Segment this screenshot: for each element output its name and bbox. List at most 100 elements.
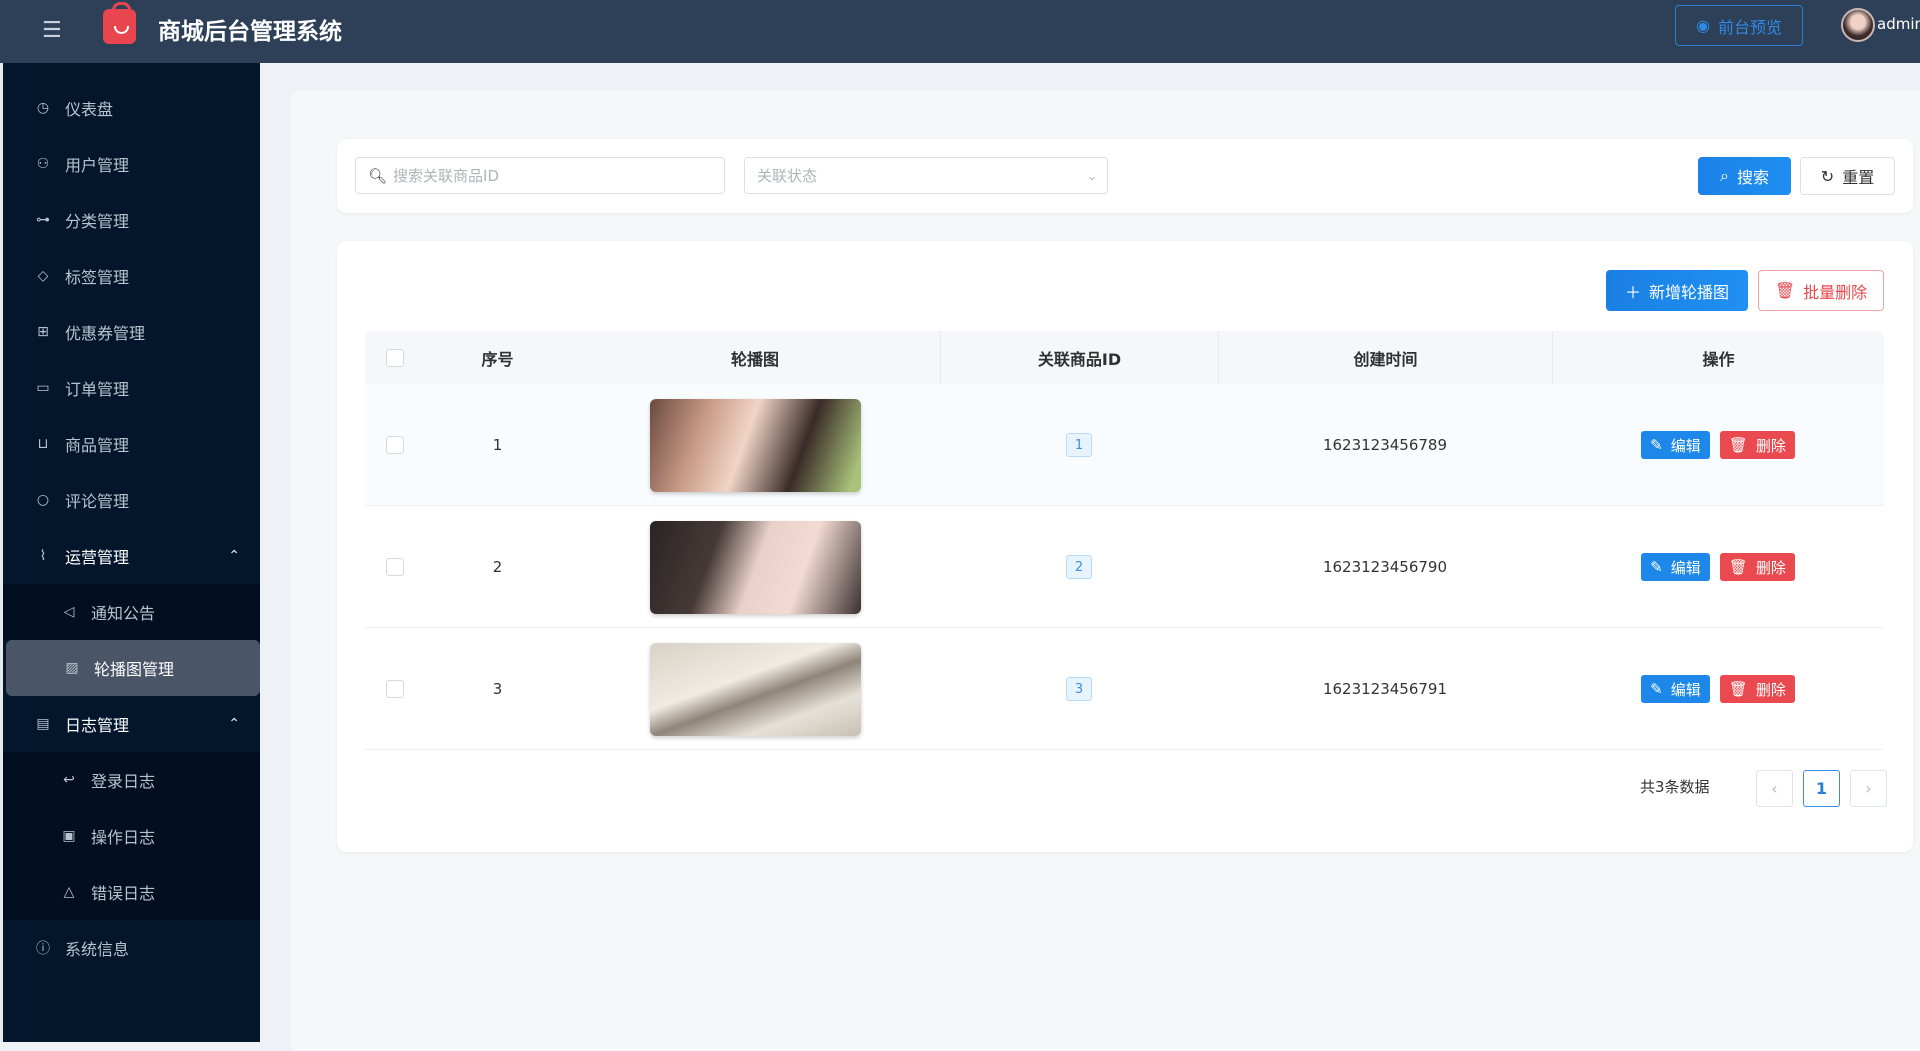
document-icon: ▤ bbox=[36, 716, 50, 732]
cart-icon: ⊔ bbox=[37, 436, 49, 452]
sidebar-item-label: 评论管理 bbox=[65, 492, 130, 511]
product-id-cell: 1 bbox=[940, 384, 1218, 506]
sidebar-item[interactable]: ▭ 订单管理 bbox=[3, 360, 260, 416]
reset-button[interactable]: ↻ 重置 bbox=[1800, 157, 1895, 195]
pencil-icon: ✎ bbox=[1650, 680, 1663, 698]
sidebar: ◷ 仪表盘 ⚇ 用户管理 ⊶ 分类管理 ◇ 标签管理 ⊞ 优惠券管理 ▭ 订单管理 ⊔ 商品管理 ○ 评论管理… bbox=[0, 63, 260, 1042]
warning-icon: △ bbox=[63, 884, 75, 900]
column-header-created: 创建时间 bbox=[1218, 331, 1552, 384]
product-id-tag: 2 bbox=[1066, 555, 1092, 579]
sidebar-item[interactable]: ⊞ 优惠券管理 bbox=[3, 304, 260, 360]
add-label: 新增轮播图 bbox=[1649, 282, 1730, 302]
product-id-cell: 2 bbox=[940, 506, 1218, 628]
batch-delete-label: 批量删除 bbox=[1803, 282, 1868, 302]
sidebar-item[interactable]: ▣ 操作日志 bbox=[3, 808, 260, 864]
user-avatar[interactable] bbox=[1841, 8, 1875, 42]
search-label: 搜索 bbox=[1736, 168, 1769, 187]
username[interactable]: admin bbox=[1877, 15, 1920, 33]
delete-button[interactable]: 🗑︎ 删除 bbox=[1719, 431, 1795, 459]
row-index: 2 bbox=[492, 558, 503, 576]
category-icon: ⊶ bbox=[36, 212, 50, 228]
created-time: 1623123456789 bbox=[1322, 436, 1448, 454]
search-placeholder: 搜索关联商品ID bbox=[393, 167, 500, 185]
banner-image[interactable] bbox=[649, 398, 861, 492]
sidebar-item[interactable]: △ 错误日志 bbox=[3, 864, 260, 920]
trash-icon: 🗑︎ bbox=[1728, 680, 1748, 698]
column-header-product-id: 关联商品ID bbox=[940, 331, 1218, 384]
banner-image-cell bbox=[570, 506, 940, 628]
search-icon: ⌕ bbox=[1720, 166, 1729, 185]
total-count: 共3条数据 bbox=[1640, 778, 1710, 796]
edit-label: 编辑 bbox=[1670, 558, 1701, 577]
prev-page-button[interactable]: ‹ bbox=[1756, 770, 1793, 807]
pencil-icon: ✎ bbox=[1650, 558, 1663, 576]
row-checkbox[interactable] bbox=[386, 436, 404, 454]
add-banner-button[interactable]: ＋ 新增轮播图 bbox=[1606, 270, 1748, 311]
sidebar-item[interactable]: ◇ 标签管理 bbox=[3, 248, 260, 304]
search-icon: 🔍︎ bbox=[368, 166, 388, 185]
sidebar-item-label: 分类管理 bbox=[65, 212, 130, 231]
delete-button[interactable]: 🗑︎ 删除 bbox=[1719, 675, 1795, 703]
sidebar-item[interactable]: ⊔ 商品管理 bbox=[3, 416, 260, 472]
sidebar-item[interactable]: ▤ 日志管理 ⌃ bbox=[3, 696, 260, 752]
select-all-cell bbox=[365, 331, 425, 384]
edit-button[interactable]: ✎ 编辑 bbox=[1641, 553, 1710, 581]
edit-button[interactable]: ✎ 编辑 bbox=[1641, 431, 1710, 459]
sidebar-item[interactable]: ◁ 通知公告 bbox=[3, 584, 260, 640]
operation-icon: ▣ bbox=[62, 828, 76, 844]
sidebar-item-label: 优惠券管理 bbox=[65, 324, 146, 343]
batch-delete-button[interactable]: 🗑︎ 批量删除 bbox=[1758, 270, 1884, 311]
sidebar-item[interactable]: ⓘ 系统信息 bbox=[3, 920, 260, 976]
sidebar-item-label: 订单管理 bbox=[65, 380, 130, 399]
sidebar-item-label: 仪表盘 bbox=[65, 100, 114, 119]
column-header-actions: 操作 bbox=[1552, 331, 1884, 384]
trash-icon: 🗑︎ bbox=[1774, 281, 1796, 300]
sidebar-item[interactable]: ▨ 轮播图管理 bbox=[6, 640, 260, 696]
plus-icon: ＋ bbox=[1624, 282, 1641, 302]
edit-label: 编辑 bbox=[1670, 680, 1701, 699]
tag-icon: ◇ bbox=[37, 268, 49, 284]
sidebar-item[interactable]: ◷ 仪表盘 bbox=[3, 80, 260, 136]
sidebar-item-label: 商品管理 bbox=[65, 436, 130, 455]
top-header: ☰ 商城后台管理系统 ◉ 前台预览 admin bbox=[0, 0, 1920, 63]
banner-image[interactable] bbox=[649, 642, 861, 736]
shopping-bag-logo-icon bbox=[103, 2, 136, 44]
actions-cell: ✎ 编辑 🗑︎ 删除 bbox=[1552, 628, 1884, 750]
sidebar-item-label: 轮播图管理 bbox=[94, 660, 175, 679]
sidebar-item[interactable]: ○ 评论管理 bbox=[3, 472, 260, 528]
product-id-tag: 3 bbox=[1066, 677, 1092, 701]
sidebar-item[interactable]: ⚇ 用户管理 bbox=[3, 136, 260, 192]
bag-icon: ▭ bbox=[36, 380, 50, 396]
status-select[interactable]: 关联状态 ⌄ bbox=[744, 157, 1108, 194]
sidebar-item-label: 操作日志 bbox=[91, 828, 156, 847]
row-checkbox[interactable] bbox=[386, 558, 404, 576]
sidebar-item-label: 日志管理 bbox=[65, 716, 130, 735]
delete-button[interactable]: 🗑︎ 删除 bbox=[1719, 553, 1795, 581]
chevron-up-icon[interactable]: ⌃ bbox=[228, 716, 240, 732]
edit-button[interactable]: ✎ 编辑 bbox=[1641, 675, 1710, 703]
search-button[interactable]: ⌕ 搜索 bbox=[1698, 157, 1791, 195]
column-header-image: 轮播图 bbox=[730, 349, 779, 369]
page-1-button[interactable]: 1 bbox=[1803, 770, 1840, 807]
created-time: 1623123456790 bbox=[1322, 558, 1448, 576]
sidebar-item[interactable]: ⌇ 运营管理 ⌃ bbox=[3, 528, 260, 584]
row-select-cell bbox=[365, 506, 425, 628]
eye-icon: ◉ bbox=[1696, 16, 1710, 35]
next-page-button[interactable]: › bbox=[1850, 770, 1887, 807]
dashboard-icon: ◷ bbox=[36, 100, 50, 116]
edit-label: 编辑 bbox=[1670, 436, 1701, 455]
select-all-checkbox[interactable] bbox=[386, 348, 404, 367]
frontend-preview-button[interactable]: ◉ 前台预览 bbox=[1675, 5, 1803, 46]
menu-collapse-icon[interactable]: ☰ bbox=[42, 18, 68, 44]
product-id-search-input[interactable]: 🔍︎ 搜索关联商品ID bbox=[355, 157, 725, 194]
sidebar-item[interactable]: ↩ 登录日志 bbox=[3, 752, 260, 808]
banner-image[interactable] bbox=[649, 520, 861, 614]
pencil-icon: ✎ bbox=[1650, 436, 1663, 454]
row-checkbox[interactable] bbox=[386, 680, 404, 698]
trash-icon: 🗑︎ bbox=[1728, 558, 1748, 576]
row-select-cell bbox=[365, 384, 425, 506]
sidebar-item[interactable]: ⊶ 分类管理 bbox=[3, 192, 260, 248]
product-id-cell: 3 bbox=[940, 628, 1218, 750]
chevron-up-icon[interactable]: ⌃ bbox=[228, 548, 240, 564]
sidebar-item-label: 错误日志 bbox=[91, 884, 156, 903]
